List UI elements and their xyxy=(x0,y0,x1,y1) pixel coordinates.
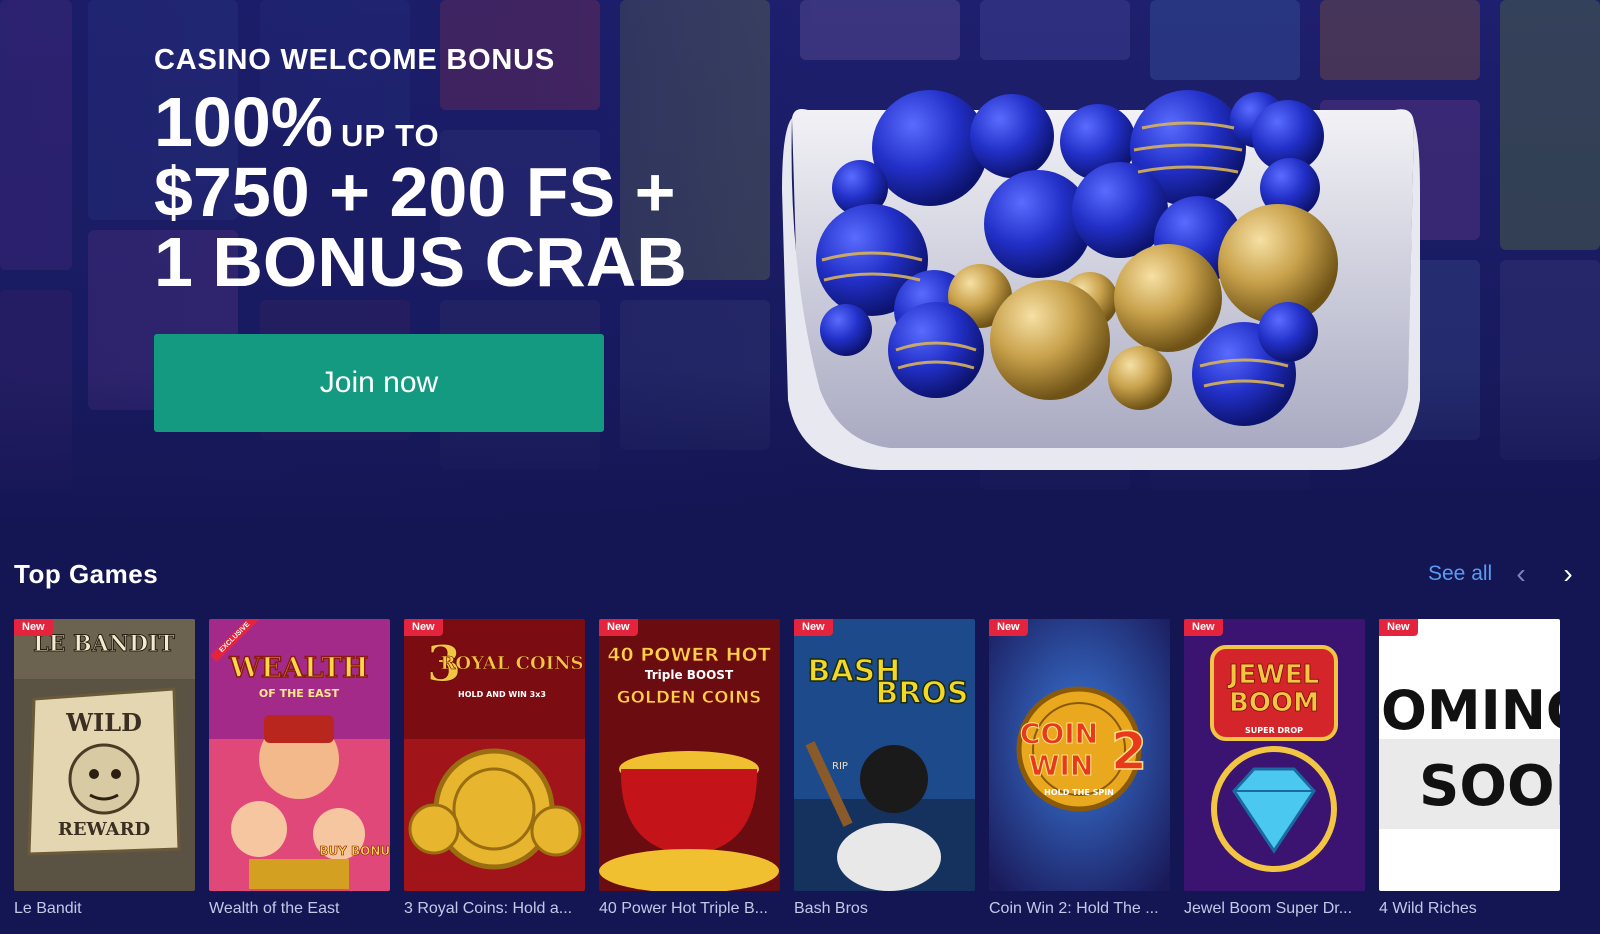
game-art-text: GOLDEN COINS xyxy=(617,688,762,708)
game-art-text: BUY BONUS xyxy=(319,844,390,858)
new-badge: New xyxy=(599,619,638,636)
bonus-kicker: CASINO WELCOME BONUS xyxy=(154,44,556,76)
game-art-text: WILD xyxy=(65,708,142,737)
game-art-text: RIP xyxy=(832,761,848,772)
svg-text:2: 2 xyxy=(1111,722,1147,782)
tray-of-balls-illustration xyxy=(782,90,1420,470)
game-thumbnail[interactable]: JEWEL BOOM SUPER DROP New xyxy=(1184,619,1365,891)
new-badge: New xyxy=(794,619,833,636)
game-card[interactable]: LE BANDIT WILD REWARD New Le Bandit xyxy=(14,619,195,918)
join-now-button[interactable]: Join now xyxy=(154,334,604,432)
new-badge: New xyxy=(1184,619,1223,636)
game-art-title: JEWEL xyxy=(1227,660,1319,690)
game-title[interactable]: Jewel Boom Super Dr... xyxy=(1184,900,1365,918)
game-art-text: BROS xyxy=(875,676,968,711)
game-title[interactable]: 3 Royal Coins: Hold a... xyxy=(404,900,585,918)
new-badge: New xyxy=(404,619,443,636)
game-art-text: BOOM xyxy=(1229,688,1319,718)
game-thumbnail[interactable]: COIN WIN 2 HOLD THE SPIN New xyxy=(989,619,1170,891)
new-badge: New xyxy=(14,619,53,636)
game-card[interactable]: JEWEL BOOM SUPER DROP New Jewel Boom Sup… xyxy=(1184,619,1365,918)
game-title[interactable]: 40 Power Hot Triple B... xyxy=(599,900,780,918)
game-art-text: SUPER DROP xyxy=(1245,726,1303,735)
game-art-text: Triple BOOST xyxy=(645,668,734,682)
bonus-headline-line2: $750 + 200 FS + xyxy=(154,153,676,231)
new-badge: New xyxy=(1379,619,1418,636)
game-art-text: HOLD THE SPIN xyxy=(1044,788,1114,797)
game-art-title: LE BANDIT xyxy=(33,631,175,657)
top-games-title: Top Games xyxy=(14,559,159,589)
game-thumbnail[interactable]: 40 POWER HOT Triple BOOST GOLDEN COINS N… xyxy=(599,619,780,891)
game-thumbnail[interactable]: BASH BROS RIP New xyxy=(794,619,975,891)
game-card[interactable]: 40 POWER HOT Triple BOOST GOLDEN COINS N… xyxy=(599,619,780,918)
chevron-right-icon[interactable]: › xyxy=(1554,560,1582,588)
new-badge: New xyxy=(989,619,1028,636)
game-card[interactable]: BASH BROS RIP New Bash Bros xyxy=(794,619,975,918)
bonus-headline-line3: 1 BONUS CRAB xyxy=(154,223,687,301)
game-thumbnail[interactable]: 3 ROYAL COINS HOLD AND WIN 3x3 New xyxy=(404,619,585,891)
game-art-text: SOON xyxy=(1419,754,1560,819)
see-all-link[interactable]: See all xyxy=(1428,562,1492,586)
game-art-text: OF THE EAST xyxy=(259,687,340,700)
game-title[interactable]: Bash Bros xyxy=(794,900,975,918)
game-title[interactable]: 4 Wild Riches xyxy=(1379,900,1560,918)
game-thumbnail[interactable]: OMING SOON New xyxy=(1379,619,1560,891)
bonus-percent: 100% xyxy=(154,83,334,161)
game-card[interactable]: OMING SOON New 4 Wild Riches xyxy=(1379,619,1560,918)
game-thumbnail[interactable]: LE BANDIT WILD REWARD New xyxy=(14,619,195,891)
bonus-up-to: UP TO xyxy=(341,118,440,153)
game-title[interactable]: Coin Win 2: Hold The ... xyxy=(989,900,1170,918)
game-art-title: COIN xyxy=(1020,717,1098,750)
chevron-left-icon[interactable]: ‹ xyxy=(1507,560,1535,588)
game-art-title: WEALTH xyxy=(228,651,368,684)
game-art-text: WIN xyxy=(1029,749,1094,782)
hero-banner: CASINO WELCOME BONUS 100% UP TO $750 + 20… xyxy=(0,0,1600,530)
game-art-title: 40 POWER HOT xyxy=(607,644,770,666)
game-art-text: HOLD AND WIN 3x3 xyxy=(458,690,546,699)
game-title[interactable]: Le Bandit xyxy=(14,900,195,918)
game-art-text: REWARD xyxy=(58,819,150,840)
game-card[interactable]: 3 ROYAL COINS HOLD AND WIN 3x3 New 3 Roy… xyxy=(404,619,585,918)
game-title[interactable]: Wealth of the East xyxy=(209,900,390,918)
game-card[interactable]: WEALTH OF THE EAST BUY BONUS EXCLUSIVE W… xyxy=(209,619,390,918)
game-card[interactable]: COIN WIN 2 HOLD THE SPIN New Coin Win 2:… xyxy=(989,619,1170,918)
game-art-title: OMING xyxy=(1381,679,1560,742)
game-thumbnail[interactable]: WEALTH OF THE EAST BUY BONUS EXCLUSIVE xyxy=(209,619,390,891)
game-art-text: ROYAL COINS xyxy=(440,653,583,674)
games-carousel: LE BANDIT WILD REWARD New Le Bandit WEAL… xyxy=(14,619,1600,929)
